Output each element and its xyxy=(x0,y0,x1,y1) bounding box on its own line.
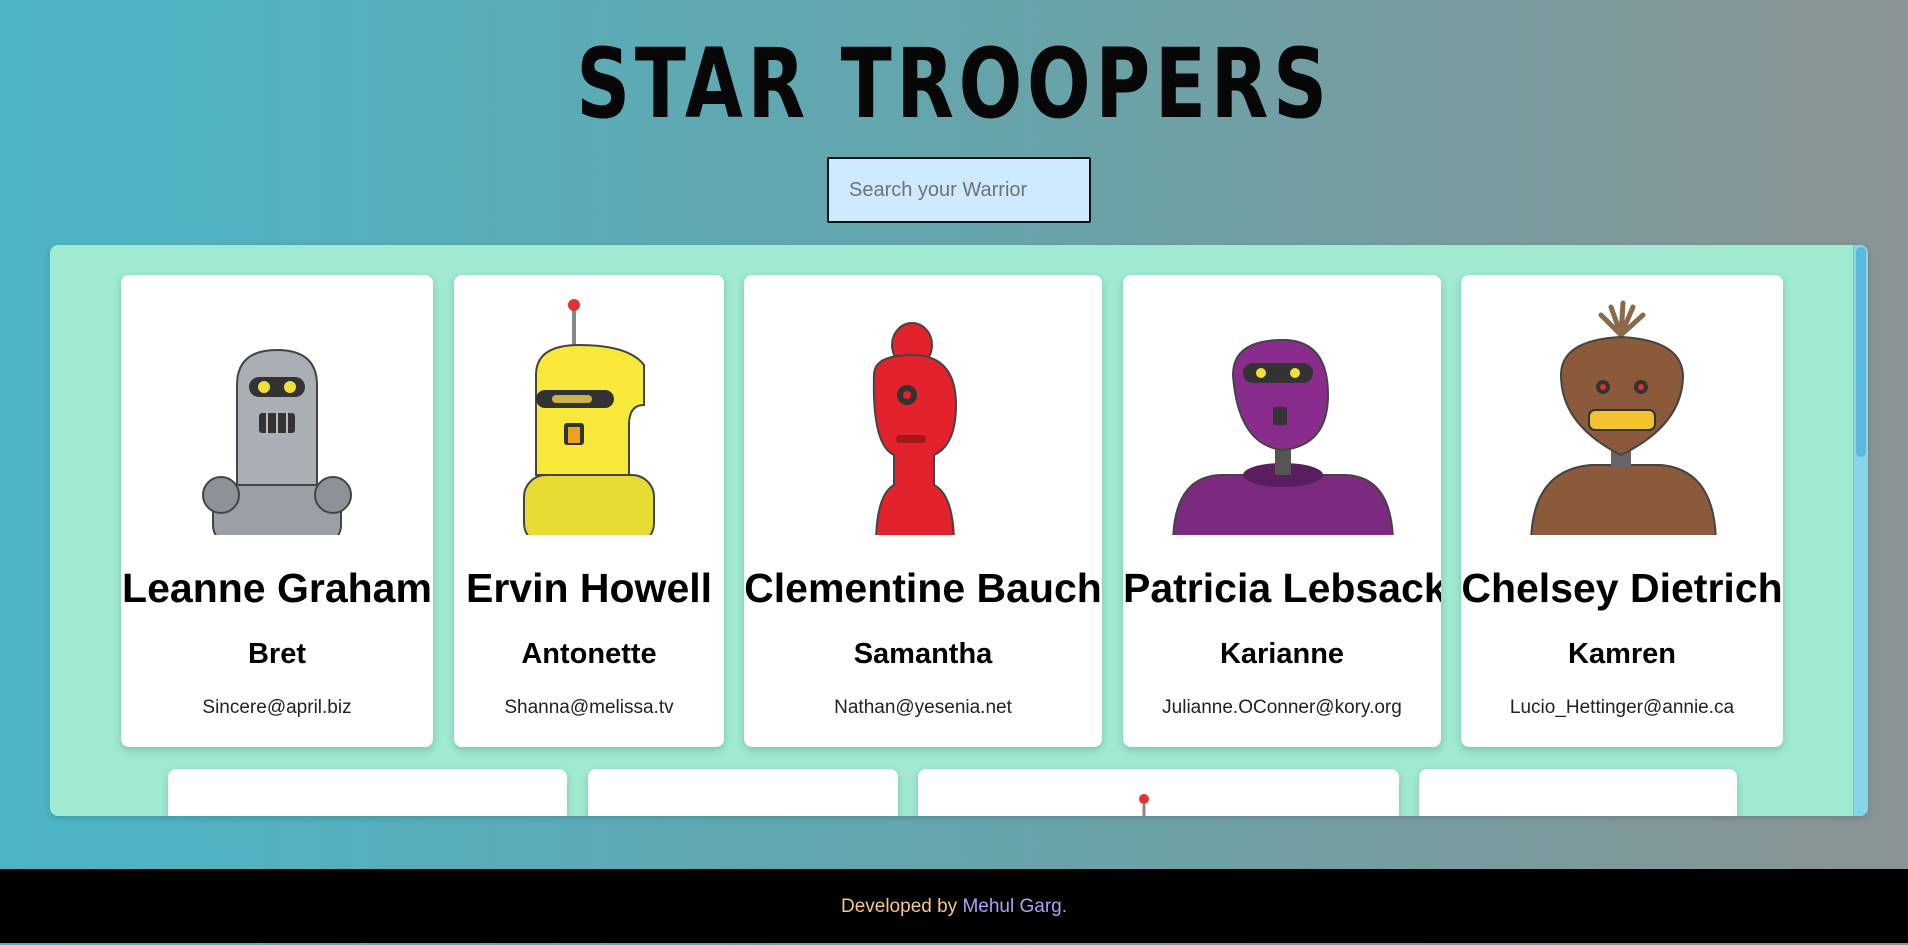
footer: Developed by Mehul Garg. xyxy=(0,869,1908,943)
card-name: Patricia Lebsack xyxy=(1123,565,1441,611)
card-username: Kamren xyxy=(1568,638,1676,670)
card-username: Karianne xyxy=(1219,638,1345,670)
robot-card[interactable] xyxy=(918,769,1399,816)
robot-card[interactable]: Chelsey Dietrich Kamren Lucio_Hettinger@… xyxy=(1461,275,1783,747)
footer-period: . xyxy=(1061,896,1068,917)
robot-card[interactable]: Patricia Lebsack Karianne Julianne.OConn… xyxy=(1123,275,1441,747)
card-list-panel[interactable]: Leanne Graham Bret Sincere@april.biz Erv… xyxy=(50,245,1868,816)
card-username: Samantha xyxy=(853,638,993,670)
card-email: Lucio_Hettinger@annie.ca xyxy=(1509,697,1735,718)
card-email: Shanna@melissa.tv xyxy=(504,697,674,718)
robot-card[interactable]: Clementine Bauch Samantha Nathan@yesenia… xyxy=(744,275,1102,747)
robot-avatar-icon xyxy=(872,322,958,535)
robot-card[interactable] xyxy=(588,769,898,816)
robot-avatar-icon xyxy=(523,299,655,535)
card-name: Chelsey Dietrich xyxy=(1461,565,1783,611)
robot-card[interactable]: Leanne Graham Bret Sincere@april.biz xyxy=(121,275,433,747)
scrollbar-thumb[interactable] xyxy=(1856,247,1866,457)
scrollbar[interactable] xyxy=(1853,245,1868,816)
robot-card[interactable] xyxy=(168,769,567,816)
card-username: Bret xyxy=(247,638,306,670)
card-username: Antonette xyxy=(521,638,657,670)
card-email: Julianne.OConner@kory.org xyxy=(1162,697,1402,718)
robot-avatar-icon xyxy=(1530,300,1717,535)
card-name: Clementine Bauch xyxy=(744,565,1102,611)
author-link[interactable]: Mehul Garg xyxy=(962,896,1061,917)
robot-card[interactable]: Ervin Howell Antonette Shanna@melissa.tv xyxy=(454,275,724,747)
footer-credit: Developed by xyxy=(840,896,963,917)
robot-avatar-icon xyxy=(1139,794,1149,816)
card-email: Nathan@yesenia.net xyxy=(834,697,1012,718)
robot-card[interactable] xyxy=(1419,769,1737,816)
card-email: Sincere@april.biz xyxy=(202,697,352,718)
robot-avatar-icon xyxy=(1172,338,1394,535)
robot-avatar-icon xyxy=(202,348,352,535)
card-name: Ervin Howell xyxy=(465,565,713,611)
search-input[interactable] xyxy=(827,157,1091,223)
card-name: Leanne Graham xyxy=(122,565,432,611)
page-title: STAR TROOPERS xyxy=(576,28,1332,140)
